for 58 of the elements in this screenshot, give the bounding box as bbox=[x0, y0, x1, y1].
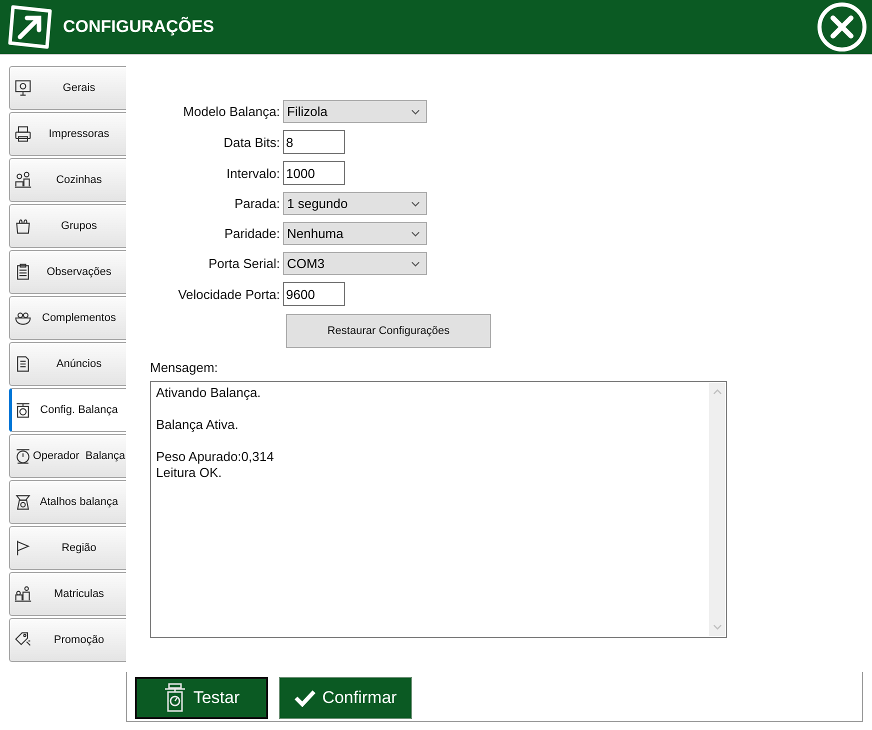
flag-icon bbox=[14, 539, 32, 557]
dropdown[interactable]: COM3 bbox=[283, 252, 427, 275]
scale-icon bbox=[14, 493, 32, 511]
scale-icon bbox=[163, 682, 188, 714]
scale-icon bbox=[14, 401, 32, 419]
logo-icon bbox=[7, 4, 53, 50]
field-label: Intervalo: bbox=[226, 166, 281, 180]
sidebar-tab[interactable]: Operador Balança bbox=[9, 434, 126, 478]
message-line: Ativando Balança. bbox=[156, 385, 262, 401]
sidebar-tab[interactable]: Anúncios bbox=[9, 342, 126, 386]
sidebar-tab[interactable]: Complementos bbox=[9, 296, 126, 340]
people-icon bbox=[14, 585, 32, 603]
caret-icon bbox=[411, 108, 420, 114]
scroll-down-icon[interactable] bbox=[712, 624, 722, 630]
document-icon bbox=[14, 355, 32, 373]
message-box[interactable]: Ativando Balança. Balança Ativa. Peso Apurado:0,314 Leitura OK. bbox=[150, 381, 727, 638]
check-icon bbox=[294, 689, 316, 707]
message-label: Mensagem: bbox=[150, 360, 219, 375]
window-title: CONFIGURAÇÕES bbox=[63, 17, 214, 37]
field-label: Data Bits: bbox=[222, 134, 281, 150]
scale-icon bbox=[14, 447, 32, 465]
caret-icon bbox=[411, 200, 420, 206]
field-label: Parada: bbox=[233, 196, 281, 211]
input-field[interactable]: 8 bbox=[283, 130, 345, 154]
sidebar-tab[interactable]: Impressoras bbox=[9, 112, 126, 156]
sidebar-tab[interactable]: Promoção bbox=[9, 618, 126, 662]
clipboard-icon bbox=[14, 263, 32, 281]
sidebar-tab[interactable]: Atalhos balança bbox=[9, 480, 126, 524]
test-button[interactable]: Testar bbox=[135, 677, 268, 719]
close-icon[interactable] bbox=[817, 2, 867, 52]
dropdown[interactable]: Nenhuma bbox=[283, 222, 427, 245]
caret-icon bbox=[411, 230, 420, 236]
field-label: Porta Serial: bbox=[207, 256, 281, 271]
scrollbar[interactable] bbox=[709, 383, 725, 636]
dropdown[interactable]: Filizola bbox=[283, 100, 427, 123]
sidebar-tab[interactable]: Gerais bbox=[9, 66, 126, 110]
printer-icon bbox=[14, 125, 32, 143]
sidebar-tab[interactable]: Cozinhas bbox=[9, 158, 126, 202]
dropdown[interactable]: 1 segundo bbox=[283, 192, 427, 215]
sidebar-tab[interactable]: Grupos bbox=[9, 204, 126, 248]
sidebar-tab[interactable]: Config. Balança bbox=[9, 388, 126, 432]
field-label: Paridade: bbox=[223, 226, 281, 241]
message-line: Balança Ativa. bbox=[156, 417, 240, 433]
caret-icon bbox=[411, 260, 420, 266]
message-line: Leitura OK. bbox=[156, 465, 223, 481]
field-label: Velocidade Porta: bbox=[177, 286, 281, 302]
sidebar-tab[interactable]: Região bbox=[9, 526, 126, 570]
restore-settings-button[interactable]: Restaurar Configurações bbox=[286, 314, 491, 348]
confirm-button[interactable]: Confirmar bbox=[279, 677, 412, 719]
people-icon bbox=[14, 171, 32, 189]
scroll-up-icon[interactable] bbox=[712, 389, 722, 395]
message-line: Peso Apurado:0,314 bbox=[156, 449, 275, 465]
sidebar-tab[interactable]: Matriculas bbox=[9, 572, 126, 616]
input-field[interactable]: 1000 bbox=[283, 161, 345, 185]
field-label: Modelo Balança: bbox=[182, 104, 281, 119]
bag-icon bbox=[14, 217, 32, 235]
sidebar-tab[interactable]: Observações bbox=[9, 250, 126, 294]
input-field[interactable]: 9600 bbox=[283, 282, 345, 306]
